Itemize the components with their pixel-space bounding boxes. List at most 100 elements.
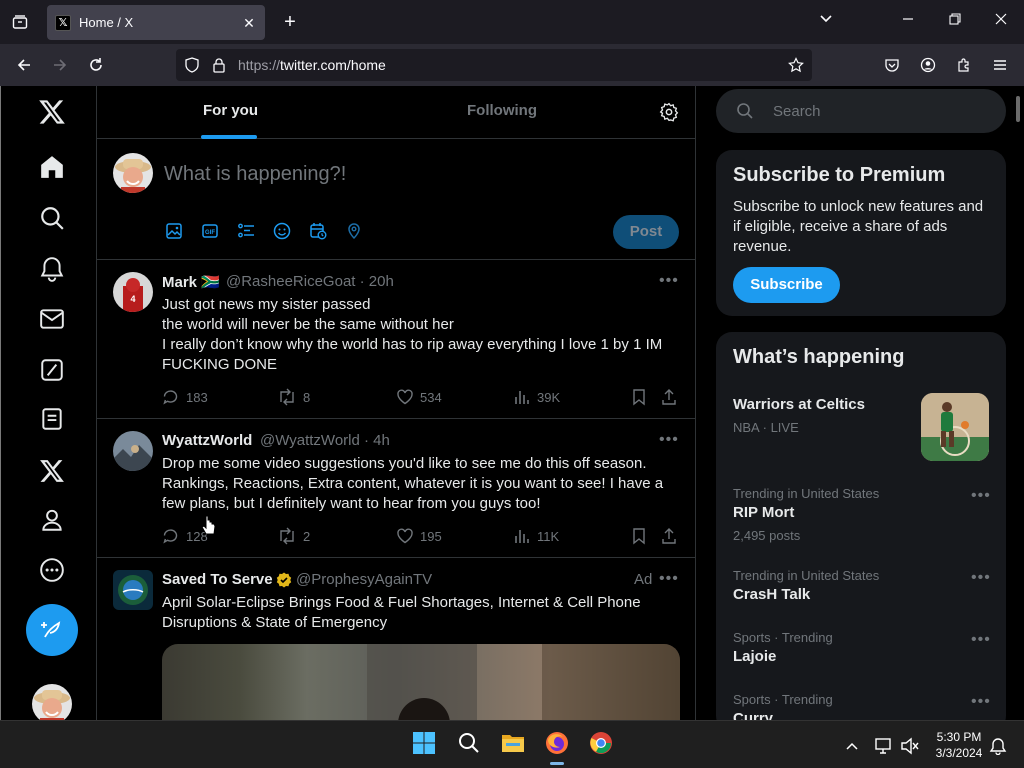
home-icon[interactable] [36, 151, 68, 183]
taskbar-search-icon[interactable] [455, 729, 483, 757]
minimize-icon[interactable] [898, 12, 918, 28]
trend-title[interactable]: RIP Mort [733, 504, 794, 521]
lock-icon[interactable] [207, 53, 231, 77]
repost-button[interactable]: 2 [277, 527, 310, 545]
tweet-more-icon[interactable]: ••• [659, 570, 679, 588]
heart-icon [397, 389, 413, 405]
composer-avatar[interactable] [113, 153, 153, 193]
tracking-shield-icon[interactable] [180, 53, 204, 77]
network-icon[interactable] [870, 732, 898, 760]
search-box[interactable] [716, 89, 1006, 133]
notification-bell-icon[interactable] [984, 732, 1012, 760]
trend-title[interactable]: CrasH Talk [733, 586, 810, 603]
grok-icon[interactable] [36, 354, 68, 386]
trend-more-icon[interactable]: ••• [971, 487, 991, 505]
compose-input[interactable]: What is happening?! [164, 163, 346, 186]
profile-icon[interactable] [36, 504, 68, 536]
tweet[interactable]: WyattzWorld @WyattzWorld · 4h ••• Drop m… [97, 419, 695, 558]
start-windows-icon[interactable] [410, 729, 438, 757]
tweet-avatar[interactable]: 4 [113, 272, 153, 312]
pocket-icon[interactable] [880, 53, 904, 77]
bookmark-icon[interactable] [631, 527, 653, 545]
trend-thumbnail-image[interactable] [921, 393, 989, 461]
share-icon[interactable] [661, 527, 683, 545]
share-icon[interactable] [661, 388, 683, 406]
trend-more-icon[interactable]: ••• [971, 569, 991, 587]
forward-icon[interactable] [48, 53, 72, 77]
verified-badge-icon [276, 572, 292, 593]
repost-icon [280, 388, 294, 406]
trend-context: Trending in United States [733, 568, 880, 583]
back-icon[interactable] [12, 53, 36, 77]
like-count: 195 [420, 528, 442, 544]
extensions-icon[interactable] [952, 53, 976, 77]
gif-icon[interactable]: GIF [200, 221, 220, 241]
tab-for-you[interactable]: For you [203, 102, 258, 119]
tweet-avatar[interactable] [113, 570, 153, 610]
bookmark-icon[interactable] [631, 388, 653, 406]
account-avatar[interactable] [32, 684, 72, 724]
account-icon[interactable] [916, 53, 940, 77]
trend-more-icon[interactable]: ••• [971, 693, 991, 711]
firefox-icon[interactable] [543, 729, 571, 757]
views-button[interactable]: 11K [513, 527, 559, 545]
tray-chevron-up-icon[interactable] [838, 732, 866, 760]
reply-button[interactable]: 183 [162, 388, 208, 406]
compose-post-button[interactable] [26, 604, 78, 656]
tweet[interactable]: 4 Mark 🇿🇦 @RasheeRiceGoat · 20h ••• Just… [97, 260, 695, 419]
tab-list-icon[interactable] [0, 0, 40, 44]
trend-more-icon[interactable]: ••• [971, 631, 991, 649]
restore-icon[interactable] [945, 12, 965, 28]
subscribe-button[interactable]: Subscribe [733, 267, 840, 303]
tweet-text: April Solar-Eclipse Brings Food & Fuel S… [162, 594, 641, 631]
tab-overflow-chevron-icon[interactable] [816, 12, 836, 29]
page-scrollbar-thumb[interactable] [1016, 96, 1020, 122]
browser-tab[interactable]: 𝕏 Home / X ✕ [47, 5, 265, 40]
poll-icon[interactable] [236, 221, 256, 241]
premium-x-icon[interactable] [36, 455, 68, 487]
tweet-author-name[interactable]: Saved To Serve [162, 571, 273, 588]
tweet-author-handle[interactable]: @WyattzWorld · 4h [260, 432, 390, 449]
schedule-icon[interactable] [308, 221, 328, 241]
messages-mail-icon[interactable] [36, 303, 68, 335]
notifications-bell-icon[interactable] [36, 253, 68, 285]
location-pin-icon[interactable] [344, 221, 364, 241]
settings-gear-icon[interactable] [659, 102, 681, 124]
bookmark-star-icon[interactable] [784, 53, 808, 77]
trend-title[interactable]: Warriors at Celtics [733, 396, 865, 413]
new-tab-button[interactable]: + [278, 10, 302, 34]
tab-following[interactable]: Following [467, 102, 537, 119]
tweet-author-name[interactable]: WyattzWorld [162, 432, 252, 449]
tweet-more-icon[interactable]: ••• [659, 272, 679, 290]
repost-icon [280, 527, 294, 545]
x-favicon-icon: 𝕏 [55, 14, 71, 31]
tweet-author-handle[interactable]: @RasheeRiceGoat · 20h [226, 273, 394, 290]
menu-hamburger-icon[interactable] [988, 53, 1012, 77]
lists-icon[interactable] [36, 403, 68, 435]
tweet-more-icon[interactable]: ••• [659, 431, 679, 449]
x-logo-icon[interactable] [36, 96, 68, 128]
close-window-icon[interactable] [991, 12, 1011, 28]
tweet-ad[interactable]: Saved To Serve @ProphesyAgainTV Ad ••• A… [97, 558, 695, 744]
search-input[interactable]: Search [773, 103, 821, 120]
file-explorer-icon[interactable] [499, 729, 527, 757]
volume-muted-icon[interactable] [896, 732, 924, 760]
reload-icon[interactable] [84, 53, 108, 77]
more-circle-icon[interactable] [36, 554, 68, 586]
like-button[interactable]: 534 [396, 388, 442, 406]
emoji-icon[interactable] [272, 221, 292, 241]
trend-title[interactable]: Lajoie [733, 648, 776, 665]
close-tab-icon[interactable]: ✕ [241, 15, 257, 31]
media-image-icon[interactable] [164, 221, 184, 241]
views-button[interactable]: 39K [513, 388, 560, 406]
post-button[interactable]: Post [613, 215, 679, 249]
tweet-author-handle[interactable]: @ProphesyAgainTV [296, 571, 432, 588]
like-button[interactable]: 195 [396, 527, 442, 545]
explore-search-icon[interactable] [36, 202, 68, 234]
tweet-avatar[interactable] [113, 431, 153, 471]
tweet-author-name[interactable]: Mark 🇿🇦 [162, 273, 220, 291]
chrome-icon[interactable] [587, 729, 615, 757]
whats-happening-title: What’s happening [733, 346, 905, 368]
url-text[interactable]: https://twitter.com/home [238, 57, 386, 73]
repost-button[interactable]: 8 [277, 388, 310, 406]
